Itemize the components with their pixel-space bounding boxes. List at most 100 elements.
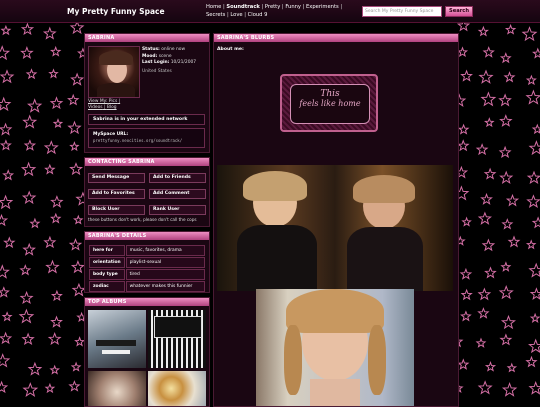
about-me-label: About me: (217, 47, 244, 52)
star-shape (20, 161, 37, 177)
star-shape (20, 46, 34, 59)
album-cover-2[interactable] (148, 310, 206, 368)
details-value: tired (125, 269, 205, 280)
album-cover-3[interactable] (88, 371, 146, 406)
nav-experiments[interactable]: Experiments (306, 4, 339, 10)
search-button[interactable]: Search (445, 6, 473, 17)
star-shape (19, 264, 32, 276)
nav-love[interactable]: Love (230, 12, 242, 18)
star-shape (460, 288, 473, 301)
star-shape (0, 139, 12, 151)
view-my-label: View My: (88, 99, 108, 104)
star-shape (69, 162, 83, 176)
add-friends-button[interactable]: Add to Friends (149, 173, 206, 183)
nav-cloud9[interactable]: Cloud 9 (248, 12, 268, 18)
star-shape (69, 20, 85, 35)
star-shape (529, 287, 540, 300)
star-shape (0, 24, 12, 36)
star-shape (44, 163, 56, 175)
star-shape (521, 26, 538, 42)
star-shape (525, 89, 540, 105)
star-shape (0, 264, 10, 279)
star-shape (482, 46, 495, 58)
url-value[interactable]: prettyfunny.neocities.org/soundtrack/ (93, 138, 182, 143)
star-shape (50, 315, 63, 328)
gif-smoking-girls (217, 165, 453, 291)
star-shape (528, 380, 540, 395)
nav-funny[interactable]: Funny (285, 4, 301, 10)
star-shape (0, 69, 15, 84)
star-shape (27, 98, 43, 113)
star-shape (0, 331, 13, 345)
details-row: zodiac whatever makes this funnier (89, 281, 205, 292)
star-shape (498, 93, 512, 107)
star-shape (44, 382, 56, 394)
star-shape (68, 238, 83, 251)
star-shape (499, 170, 514, 184)
banner-line-2: feels like home (299, 99, 361, 108)
albums-header: TOP ALBUMS (85, 298, 209, 306)
extended-network-box: Sabrina is in your extended network (88, 114, 205, 125)
star-shape (478, 69, 494, 84)
site-title[interactable]: My Pretty Funny Space (67, 7, 165, 16)
send-message-button[interactable]: Send Message (88, 173, 145, 183)
block-user-button[interactable]: Block User (88, 205, 145, 215)
star-shape (0, 96, 12, 112)
nav-pretty[interactable]: Pretty (265, 4, 280, 10)
star-shape (460, 310, 472, 322)
banner-line-1: This (320, 89, 340, 99)
nav-home[interactable]: Home (206, 4, 221, 10)
star-shape (42, 26, 57, 40)
star-shape (457, 123, 470, 135)
videos-link[interactable]: Videos (88, 105, 103, 110)
star-shape (25, 68, 38, 80)
add-favorites-button[interactable]: Add to Favorites (88, 189, 145, 199)
star-shape (480, 192, 493, 205)
star-shape (499, 333, 513, 346)
rank-user-button[interactable]: Rank User (149, 205, 206, 215)
star-shape (48, 68, 59, 79)
star-shape (50, 212, 62, 224)
star-shape (526, 170, 540, 185)
star-shape (504, 23, 517, 35)
pics-link[interactable]: Pics (109, 99, 117, 104)
star-shape (456, 46, 469, 58)
myspace-url-box: MySpace URL: prettyfunny.neocities.org/s… (88, 128, 205, 148)
star-shape (525, 355, 538, 368)
contact-note: these buttons don't work, please don't c… (88, 217, 197, 222)
star-shape (475, 337, 487, 348)
search-input[interactable]: Search My Pretty Funny Space (362, 6, 442, 17)
star-shape (73, 214, 84, 225)
top-header: My Pretty Funny Space Home | Soundtrack … (0, 0, 540, 23)
extended-network-text: Sabrina is in your extended network (93, 117, 188, 122)
details-row: body type tired (89, 269, 205, 280)
star-shape (50, 289, 63, 302)
star-shape (477, 307, 490, 319)
star-shape (67, 120, 82, 135)
url-label: MySpace URL: (93, 132, 129, 137)
star-shape (528, 338, 540, 354)
star-shape (74, 336, 86, 347)
profile-box: SABRINA Status: online now Mood: scene L… (84, 33, 210, 153)
star-shape (70, 361, 82, 372)
star-shape (1, 311, 13, 322)
details-row: here for music, favorites, drama (89, 245, 205, 256)
album-cover-1[interactable] (88, 310, 146, 368)
star-shape (501, 382, 518, 397)
nav-soundtrack[interactable]: Soundtrack (226, 4, 259, 10)
add-comment-button[interactable]: Add Comment (149, 189, 206, 199)
blog-link[interactable]: Blog (107, 105, 117, 110)
star-shape (68, 380, 81, 392)
star-shape (21, 332, 35, 346)
profile-photo[interactable] (88, 46, 140, 98)
star-shape (456, 139, 470, 152)
star-shape (526, 194, 540, 208)
album-cover-4[interactable] (148, 371, 206, 406)
star-shape (47, 331, 62, 345)
star-shape (22, 382, 39, 397)
star-shape (0, 380, 9, 394)
nav-secrets[interactable]: Secrets (206, 12, 225, 18)
star-shape (2, 169, 15, 181)
star-shape (498, 284, 514, 300)
star-shape (525, 239, 537, 250)
